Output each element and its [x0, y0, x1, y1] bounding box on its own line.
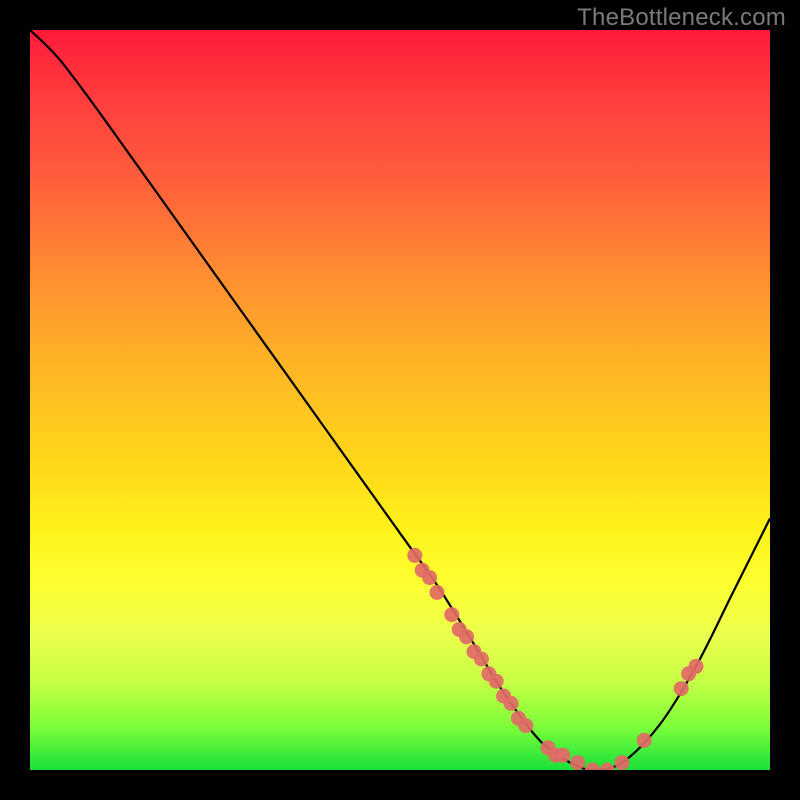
scatter-point [518, 718, 533, 733]
scatter-point [489, 674, 504, 689]
scatter-point [474, 652, 489, 667]
scatter-point [585, 763, 600, 771]
scatter-point [444, 607, 459, 622]
chart-overlay-svg [30, 30, 770, 770]
scatter-point [555, 748, 570, 763]
scatter-point [615, 755, 630, 770]
bottleneck-curve [30, 30, 770, 770]
scatter-point [422, 570, 437, 585]
scatter-point [689, 659, 704, 674]
scatter-point [430, 585, 445, 600]
scatter-point [459, 629, 474, 644]
plot-gradient-background [30, 30, 770, 770]
scatter-point [407, 548, 422, 563]
chart-root: TheBottleneck.com [0, 0, 800, 800]
scatter-point [637, 733, 652, 748]
scatter-point [600, 763, 615, 771]
scatter-point [674, 681, 689, 696]
scatter-points [407, 548, 703, 770]
scatter-point [504, 696, 519, 711]
scatter-point [570, 755, 585, 770]
watermark-text: TheBottleneck.com [577, 4, 786, 32]
